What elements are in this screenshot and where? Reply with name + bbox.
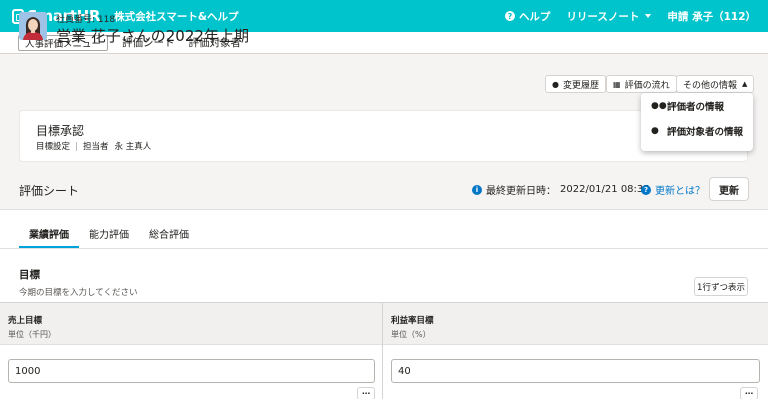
column-header: 売上目標 単位（千円） (0, 303, 382, 345)
section-title: 目標 (19, 269, 40, 281)
release-notes-menu[interactable]: リリースノート (566, 9, 652, 24)
column-title: 売上目標 (8, 316, 43, 326)
goal-column-sales: 売上目標 単位（千円） 1000 ⋯ (0, 303, 382, 399)
evaluation-flow-label: 評価の流れ (624, 80, 670, 91)
users-icon: ●● (651, 100, 667, 111)
menu-item-label: 評価対象者の情報 (667, 126, 744, 138)
chevron-down-icon (645, 14, 652, 18)
more-options-button[interactable]: ⋯ (740, 387, 758, 399)
owner-name: 永 主真人 (114, 142, 152, 152)
refresh-button[interactable]: 更新 (709, 177, 749, 201)
menu-item-evaluator-info[interactable]: ●● 評価者の情報 (641, 93, 753, 118)
show-one-row-button[interactable]: 1行ずつ表示 (694, 277, 748, 296)
question-icon: ? (641, 184, 651, 195)
tab-performance[interactable]: 業績評価 (19, 220, 79, 248)
other-info-dropdown: ●● 評価者の情報 ● 評価対象者の情報 (641, 93, 753, 151)
page-title: 営業 花子さんの2022年上期 (56, 27, 249, 45)
column-title: 利益率目標 (391, 316, 434, 326)
info-icon: i (472, 184, 482, 195)
user-name: 申請 承子（112） (667, 10, 756, 23)
column-header: 利益率目標 単位（%） (383, 303, 768, 345)
evaluation-flow-button[interactable]: ▦ 評価の流れ (606, 75, 677, 93)
what-is-update-link[interactable]: ? 更新とは？ (641, 182, 705, 197)
help-icon: ? (504, 11, 515, 21)
calendar-icon: ▦ (613, 79, 621, 89)
chevron-up-icon: ▲ (742, 80, 748, 88)
goal-column-margin: 利益率目標 単位（%） 40 ⋯ (383, 303, 768, 399)
owner-label: 担当者 (83, 142, 109, 152)
what-is-update-label: 更新とは？ (655, 186, 705, 197)
column-unit: 単位（千円） (8, 330, 56, 339)
last-updated: i 最終更新日時： 2022/01/21 08:35 (472, 182, 650, 197)
goal-card-meta: 目標設定 担当者 永 主真人 (36, 140, 151, 152)
user-menu[interactable]: 申請 承子（112） (667, 9, 756, 24)
goal-approval-card: 目標承認 目標設定 担当者 永 主真人 (19, 110, 748, 162)
employee-number: 社員番号: 118 (56, 15, 116, 25)
menu-item-evaluatee-info[interactable]: ● 評価対象者の情報 (641, 118, 753, 143)
help-label: ヘルプ (518, 10, 551, 23)
help-link[interactable]: ? ヘルプ (504, 9, 551, 24)
tab-divider (0, 248, 768, 249)
user-icon: ● (651, 125, 659, 136)
column-unit: 単位（%） (391, 330, 431, 339)
release-notes-label: リリースノート (566, 10, 640, 23)
goal-card-title: 目標承認 (36, 124, 85, 138)
goal-stage: 目標設定 (36, 142, 71, 152)
menu-item-label: 評価者の情報 (667, 101, 725, 113)
other-info-label: その他の情報 (683, 80, 738, 91)
avatar (19, 12, 47, 40)
evaluation-tabs: 業績評価 能力評価 総合評価 (19, 220, 209, 248)
change-history-label: 変更履歴 (562, 80, 599, 91)
evaluation-main: 業績評価 能力評価 総合評価 目標 今期の目標を入力してください 1行ずつ表示 … (0, 210, 768, 399)
tab-overall[interactable]: 総合評価 (149, 220, 189, 246)
chat-icon: ● (552, 79, 559, 89)
last-updated-value: 2022/01/21 08:35 (560, 184, 650, 195)
sheet-title: 評価シート (19, 184, 80, 198)
divider (76, 141, 78, 151)
other-info-button[interactable]: その他の情報 ▲ (676, 75, 755, 93)
last-updated-label: 最終更新日時： (486, 186, 556, 197)
tab-ability[interactable]: 能力評価 (89, 220, 129, 246)
sales-goal-input[interactable]: 1000 (8, 359, 375, 383)
margin-goal-input[interactable]: 40 (391, 359, 760, 383)
company-name: 株式会社スマート&ヘルプ (114, 10, 239, 23)
more-options-button[interactable]: ⋯ (357, 387, 375, 399)
goal-grid: 売上目標 単位（千円） 1000 ⋯ 利益率目標 単位（%） 40 ⋯ (0, 302, 768, 399)
section-subtitle: 今期の目標を入力してください (19, 288, 138, 298)
change-history-button[interactable]: ● 変更履歴 (545, 75, 606, 93)
